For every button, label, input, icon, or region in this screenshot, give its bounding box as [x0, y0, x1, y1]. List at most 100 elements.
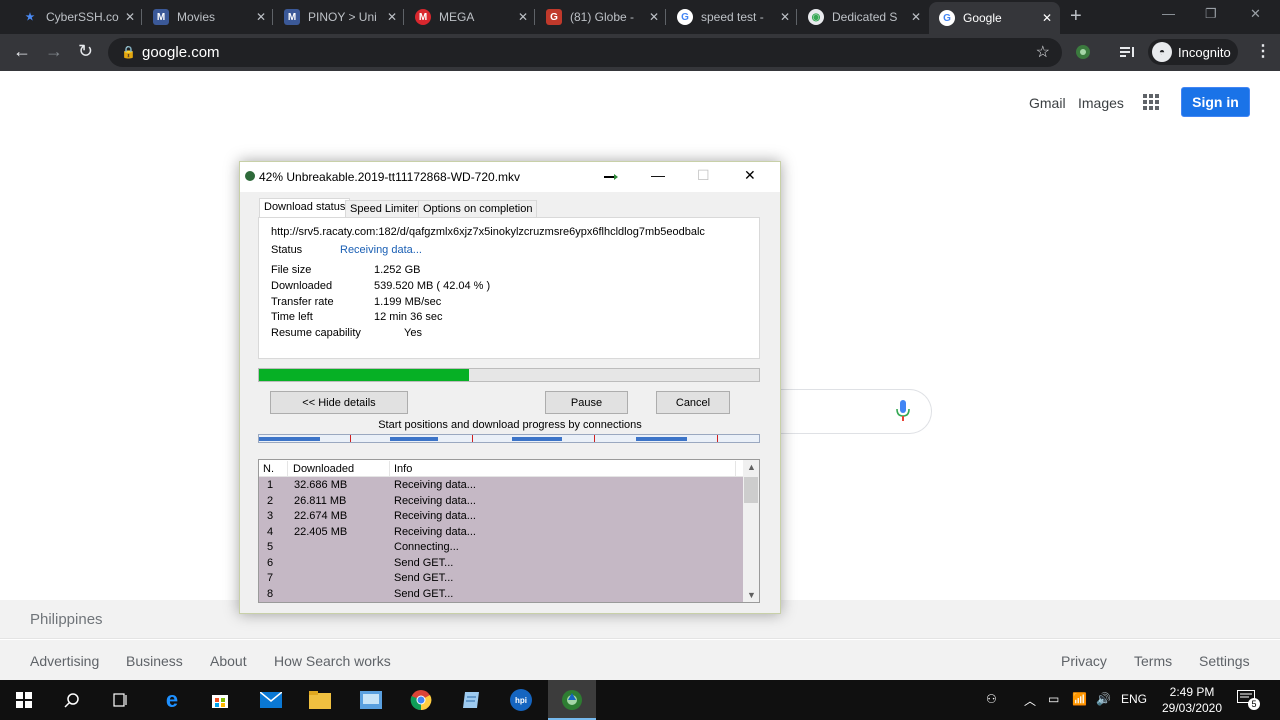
list-item[interactable]: 5 Connecting...: [259, 539, 743, 555]
tab-download-status[interactable]: Download status: [259, 198, 351, 217]
list-item[interactable]: 6 Send GET...: [259, 555, 743, 571]
list-rows: 1 32.686 MB Receiving data... 2 26.811 MB Re…: [259, 477, 743, 602]
connections-progress-bar: [258, 434, 760, 443]
back-icon[interactable]: ←: [13, 41, 31, 62]
close-icon[interactable]: ✕: [256, 10, 266, 24]
taskbar-idm[interactable]: [548, 680, 596, 720]
menu-icon[interactable]: ⋮: [1255, 41, 1271, 61]
new-tab-button[interactable]: +: [1070, 5, 1082, 28]
send-to-tray-icon[interactable]: [604, 174, 618, 180]
list-item[interactable]: 1 32.686 MB Receiving data...: [259, 477, 743, 493]
tab-dedicated[interactable]: ◉ Dedicated S ✕: [798, 4, 929, 30]
tab-speed-limiter[interactable]: Speed Limiter: [345, 200, 423, 217]
bookmark-star-icon[interactable]: ☆: [1036, 38, 1050, 67]
tab-globe[interactable]: G (81) Globe - ✕: [536, 4, 667, 30]
tab-options-on-completion[interactable]: Options on completion: [418, 200, 538, 217]
start-button[interactable]: [0, 680, 48, 720]
footer-link-privacy[interactable]: Privacy: [1061, 653, 1107, 669]
reload-icon[interactable]: ↻: [78, 41, 93, 62]
list-item[interactable]: 2 26.811 MB Receiving data...: [259, 493, 743, 509]
tab-mega[interactable]: M MEGA ✕: [405, 4, 536, 30]
action-center-button[interactable]: 5: [1237, 690, 1260, 710]
forward-icon[interactable]: →: [45, 41, 63, 62]
minimize-icon[interactable]: —: [1162, 6, 1175, 21]
close-icon[interactable]: ✕: [911, 10, 921, 24]
sign-in-button[interactable]: Sign in: [1181, 87, 1250, 117]
footer-link-advertising[interactable]: Advertising: [30, 653, 99, 669]
column-header-downloaded[interactable]: Downloaded: [293, 463, 354, 475]
scroll-down-icon[interactable]: ▼: [747, 590, 756, 600]
search-button[interactable]: [48, 680, 96, 720]
footer-link-about[interactable]: About: [210, 653, 247, 669]
list-item[interactable]: 7 Send GET...: [259, 570, 743, 586]
close-icon[interactable]: ✕: [649, 10, 659, 24]
media-control-icon[interactable]: [1119, 44, 1135, 60]
tab-google[interactable]: G Google ✕: [929, 2, 1060, 34]
close-icon[interactable]: ✕: [125, 10, 135, 24]
column-divider[interactable]: [287, 461, 288, 476]
tab-movies[interactable]: M Movies ✕: [143, 4, 274, 30]
taskbar-chrome[interactable]: [397, 680, 445, 720]
tab-pinoy[interactable]: M PINOY > Uni ✕: [274, 4, 405, 30]
close-icon[interactable]: ✕: [387, 10, 397, 24]
hide-details-button[interactable]: << Hide details: [270, 391, 408, 414]
maximize-icon[interactable]: ❐: [1205, 6, 1217, 22]
volume-icon[interactable]: 🔊: [1096, 692, 1111, 706]
footer-link-business[interactable]: Business: [126, 653, 183, 669]
scrollbar-thumb[interactable]: [744, 477, 758, 503]
column-divider[interactable]: [735, 461, 736, 476]
close-icon[interactable]: ✕: [518, 10, 528, 24]
list-item[interactable]: 3 22.674 MB Receiving data...: [259, 508, 743, 524]
footer-link-how-search-works[interactable]: How Search works: [274, 653, 391, 669]
column-divider[interactable]: [389, 461, 390, 476]
footer-link-terms[interactable]: Terms: [1134, 653, 1172, 669]
address-bar[interactable]: 🔒 google.com ☆: [108, 38, 1062, 67]
pause-button[interactable]: Pause: [545, 391, 628, 414]
tab-speed-test[interactable]: G speed test - ✕: [667, 4, 798, 30]
tab-cyberssh[interactable]: ★ CyberSSH.co ✕: [12, 4, 143, 30]
taskbar-store[interactable]: [196, 680, 244, 720]
row-downloaded: 22.405 MB: [294, 525, 348, 538]
people-icon[interactable]: ⚇: [986, 692, 997, 706]
close-icon[interactable]: ✕: [744, 167, 756, 184]
connection-segment: [390, 437, 438, 441]
close-window-icon[interactable]: ✕: [1250, 6, 1261, 22]
column-header-info[interactable]: Info: [394, 463, 412, 475]
gmail-link[interactable]: Gmail: [1029, 95, 1066, 111]
task-view-button[interactable]: [96, 680, 144, 720]
taskbar-file-explorer[interactable]: [296, 680, 344, 720]
list-item[interactable]: 4 22.405 MB Receiving data...: [259, 524, 743, 540]
time-left-label: Time left: [271, 311, 313, 323]
extension-icon[interactable]: [1075, 44, 1091, 60]
taskbar-mail[interactable]: [247, 680, 295, 720]
dialog-title-bar[interactable]: 42% Unbreakable.2019-tt11172868-WD-720.m…: [240, 162, 780, 192]
battery-icon[interactable]: ▭: [1048, 692, 1059, 706]
close-icon[interactable]: ✕: [780, 10, 790, 24]
taskbar-notes[interactable]: [447, 680, 495, 720]
tab-label: (81) Globe -: [570, 10, 635, 24]
incognito-badge[interactable]: ◓ Incognito: [1148, 39, 1238, 65]
google-icon: G: [939, 10, 955, 26]
taskbar-edge[interactable]: e: [148, 680, 196, 720]
connections-label: Start positions and download progress by…: [378, 419, 642, 431]
language-indicator[interactable]: ENG: [1121, 692, 1147, 706]
chevron-up-icon[interactable]: ︿: [1024, 692, 1036, 709]
taskbar-control-panel[interactable]: [347, 680, 395, 720]
list-scrollbar[interactable]: ▲ ▼: [743, 460, 759, 602]
connection-segment: [636, 437, 687, 441]
cancel-button[interactable]: Cancel: [656, 391, 730, 414]
clock[interactable]: 2:49 PM 29/03/2020: [1153, 684, 1231, 716]
minimize-icon[interactable]: —: [651, 167, 665, 183]
apps-grid-icon[interactable]: [1143, 94, 1159, 110]
images-link[interactable]: Images: [1078, 95, 1124, 111]
list-item[interactable]: 8 Send GET...: [259, 586, 743, 602]
maximize-icon: ☐: [697, 167, 710, 183]
taskbar-hotspot-shield[interactable]: hpi: [497, 680, 545, 720]
microphone-icon[interactable]: [896, 400, 910, 422]
close-icon[interactable]: ✕: [1042, 11, 1052, 25]
footer-link-settings[interactable]: Settings: [1199, 653, 1250, 669]
lock-icon[interactable]: 🔒: [121, 38, 136, 67]
column-header-n[interactable]: N.: [263, 463, 274, 475]
wifi-icon[interactable]: 📶: [1072, 692, 1087, 706]
scroll-up-icon[interactable]: ▲: [747, 462, 756, 472]
